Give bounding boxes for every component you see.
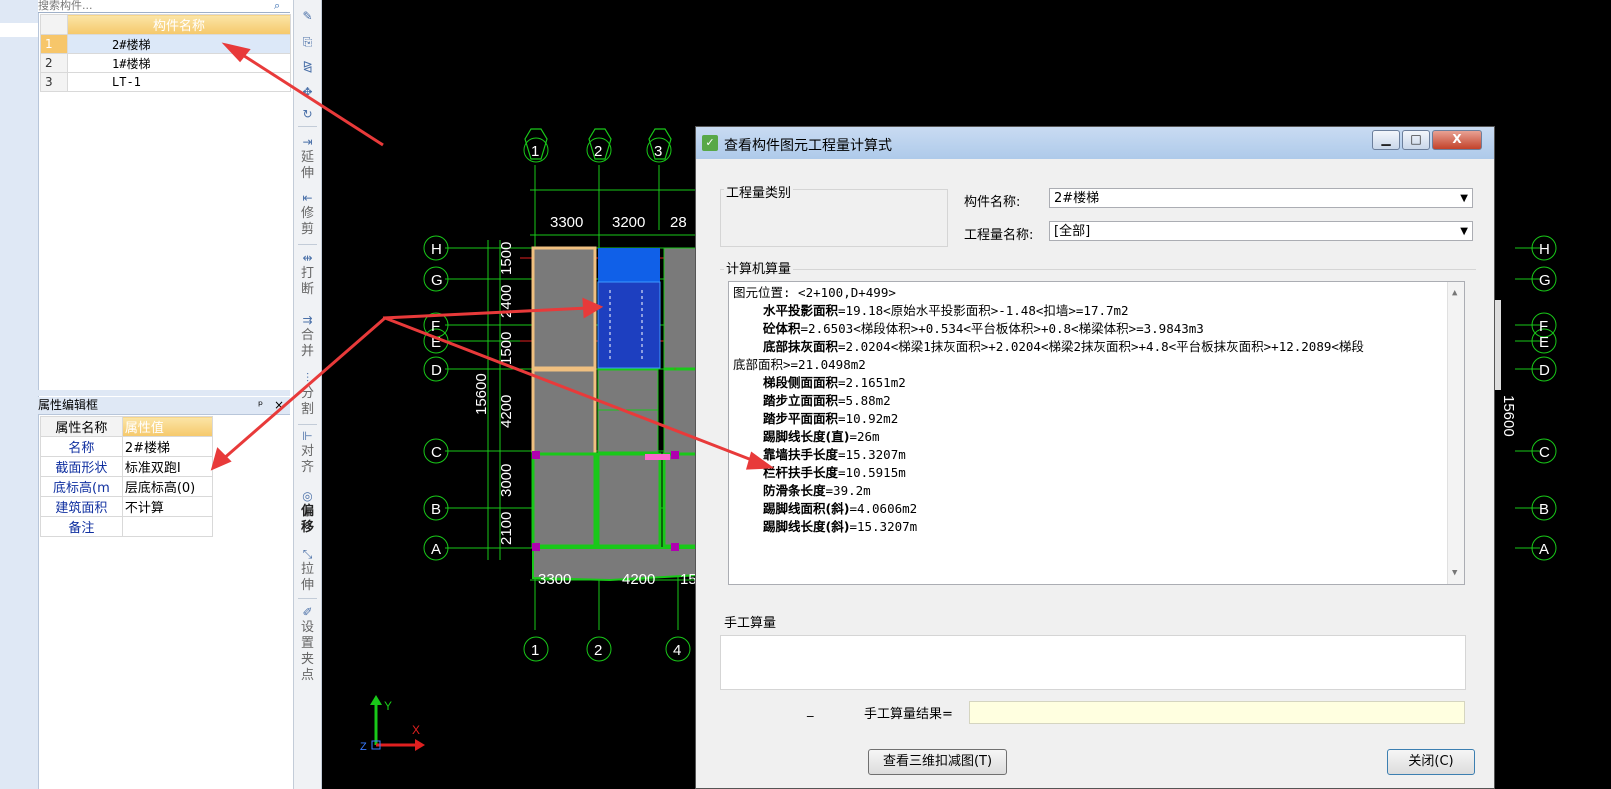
annotation-arrows <box>210 42 775 471</box>
